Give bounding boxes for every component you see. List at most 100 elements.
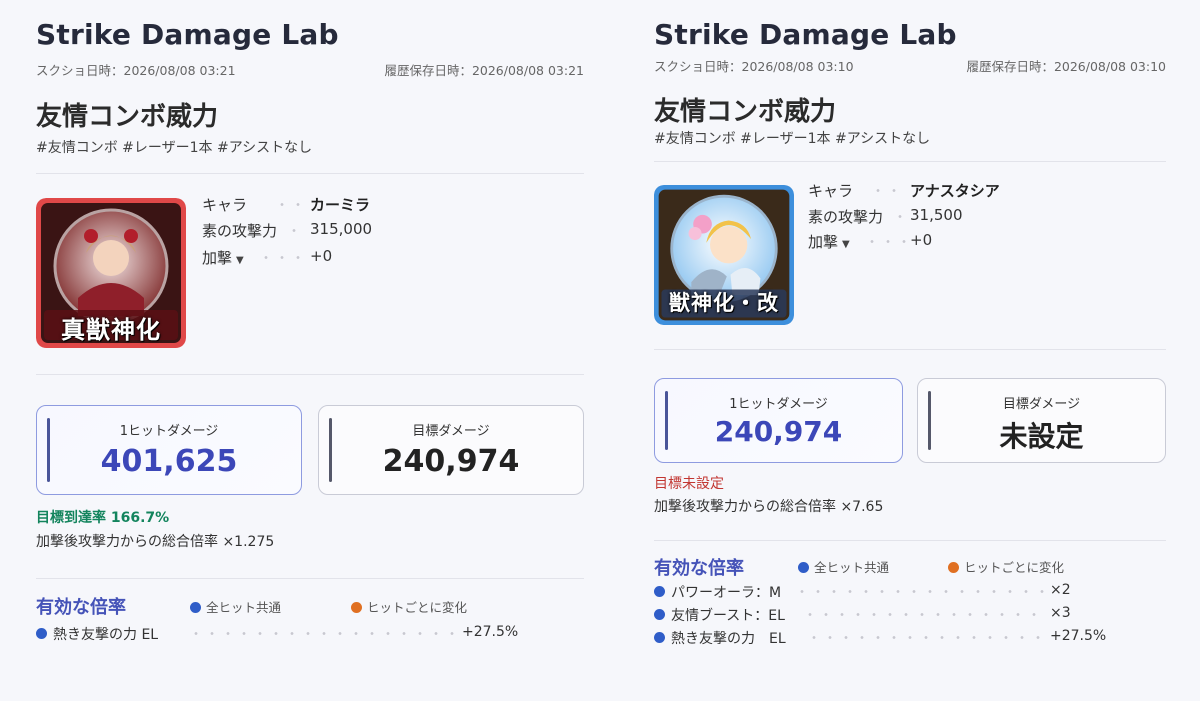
- divider: [36, 578, 584, 579]
- legend-per-hit-label: ヒットごとに変化: [367, 600, 468, 615]
- leader-dots: [864, 240, 906, 243]
- total-multiplier: 加撃後攻撃力からの総合倍率 ×7.65: [654, 499, 884, 515]
- stat-label[interactable]: 加撃 ▼: [808, 231, 850, 252]
- icon-banner-text: 獣神化・改: [669, 291, 779, 315]
- effect-value: +27.5%: [462, 624, 519, 640]
- legend-common-label: 全ヒット共通: [206, 600, 282, 615]
- hit-damage-card: 1ヒットダメージ 240,974: [654, 378, 903, 463]
- leader-dots: [794, 590, 1044, 593]
- stat-label[interactable]: 加撃 ▼: [202, 247, 244, 268]
- legend-per-hit: ヒットごとに変化: [351, 597, 467, 616]
- legend-common: 全ヒット共通: [798, 557, 889, 576]
- leader-dots: [286, 229, 304, 232]
- effect-row: パワーオーラ：M ×2: [654, 582, 1166, 602]
- icon-banner-text: 真獣神化: [61, 316, 161, 344]
- effect-row: 友情ブースト：EL ×3: [654, 605, 1166, 625]
- hit-damage-card: 1ヒットダメージ 401,625: [36, 405, 302, 495]
- hit-damage-value: 401,625: [100, 444, 238, 479]
- section-title: 友情コンボ威力: [36, 102, 219, 132]
- effect-row: 熱き友撃の力 EL +27.5%: [36, 624, 584, 644]
- stat-label: キャラ: [202, 196, 248, 214]
- achievement-value: 166.7%: [110, 510, 170, 526]
- effect-name: 熱き友撃の力 EL: [671, 631, 786, 647]
- divider: [654, 540, 1166, 541]
- stat-character: キャラ カーミラ: [202, 194, 502, 216]
- target-damage-value: 未設定: [999, 420, 1084, 453]
- effect-value: +27.5%: [1050, 628, 1107, 644]
- common-dot-icon: [36, 628, 47, 639]
- target-status: 目標未設定: [654, 476, 724, 492]
- effect-row: 熱き友撃の力 EL +27.5%: [654, 628, 1166, 648]
- divider: [36, 374, 584, 375]
- legend-common: 全ヒット共通: [190, 597, 281, 616]
- timestamp-row: スクショ日時：2026/08/08 03:10 履歴保存日時：2026/08/0…: [654, 56, 1166, 74]
- saved-time: 履歴保存日時：2026/08/08 03:21: [384, 63, 584, 78]
- common-dot-icon: [654, 586, 665, 597]
- target-damage-caption: 目標ダメージ: [412, 424, 490, 439]
- divider: [654, 349, 1166, 350]
- common-dot-icon: [654, 609, 665, 620]
- leader-dots: [274, 203, 308, 206]
- saved-time: 履歴保存日時：2026/08/08 03:10: [966, 59, 1166, 74]
- stat-label: 素の攻撃力: [202, 222, 278, 240]
- leader-dots: [870, 189, 904, 192]
- effect-value: ×3: [1050, 605, 1071, 621]
- legend-per-hit: ヒットごとに変化: [948, 557, 1064, 576]
- chevron-down-icon[interactable]: ▼: [842, 239, 850, 250]
- bonus-attack-value: +0: [310, 247, 333, 265]
- target-damage-value: 240,974: [382, 444, 520, 479]
- chevron-down-icon[interactable]: ▼: [236, 255, 244, 266]
- stat-label: キャラ: [808, 182, 854, 200]
- base-attack-value: 315,000: [310, 220, 373, 238]
- screenshot-time: スクショ日時：2026/08/08 03:10: [654, 59, 854, 74]
- achievement-label: 目標到達率: [36, 510, 106, 526]
- leader-dots: [892, 215, 906, 218]
- divider: [654, 161, 1166, 162]
- common-dot-icon: [798, 562, 809, 573]
- per-hit-dot-icon: [948, 562, 959, 573]
- divider: [36, 173, 584, 174]
- legend-common-label: 全ヒット共通: [814, 560, 890, 575]
- stat-bonus-attack[interactable]: 加撃 ▼ +0: [202, 247, 502, 269]
- effect-name: 熱き友撃の力 EL: [53, 627, 159, 643]
- timestamp-row: スクショ日時：2026/08/08 03:21 履歴保存日時：2026/08/0…: [36, 60, 584, 78]
- stat-label: 素の攻撃力: [808, 208, 884, 226]
- effect-name: パワーオーラ：M: [671, 585, 782, 601]
- per-hit-dot-icon: [351, 602, 362, 613]
- section-title: 友情コンボ威力: [654, 97, 837, 127]
- target-damage-caption: 目標ダメージ: [1002, 397, 1081, 412]
- tag-list: #友情コンボ #レーザー1本 #アシストなし: [36, 140, 313, 156]
- stat-base-attack: 素の攻撃力 31,500: [808, 206, 1108, 228]
- stat-character: キャラ アナスタシア: [808, 180, 1108, 202]
- target-damage-card: 目標ダメージ 240,974: [318, 405, 584, 495]
- leader-dots: [802, 613, 1044, 616]
- effect-value: ×2: [1050, 582, 1071, 598]
- app-title: Strike Damage Lab: [654, 18, 957, 51]
- app-title: Strike Damage Lab: [36, 18, 339, 51]
- screenshot-time: スクショ日時：2026/08/08 03:21: [36, 63, 236, 78]
- character-name: アナスタシア: [910, 182, 1000, 200]
- leader-dots: [188, 632, 458, 635]
- achievement-rate: 目標到達率 166.7%: [36, 507, 169, 527]
- effects-title: 有効な倍率: [654, 558, 744, 579]
- character-name: カーミラ: [310, 196, 371, 214]
- common-dot-icon: [190, 602, 201, 613]
- stat-bonus-attack[interactable]: 加撃 ▼ +0: [808, 231, 1108, 253]
- total-multiplier: 加撃後攻撃力からの総合倍率 ×1.275: [36, 534, 275, 550]
- stat-base-attack: 素の攻撃力 315,000: [202, 220, 502, 242]
- effect-name: 友情ブースト：EL: [671, 608, 785, 624]
- common-dot-icon: [654, 632, 665, 643]
- effects-title: 有効な倍率: [36, 597, 126, 618]
- base-attack-value: 31,500: [910, 206, 963, 224]
- leader-dots: [258, 256, 306, 259]
- bonus-attack-label: 加撃: [202, 249, 233, 267]
- hit-damage-value: 240,974: [714, 415, 843, 448]
- tag-list: #友情コンボ #レーザー1本 #アシストなし: [654, 131, 931, 147]
- character-icon: 獣神化・改: [654, 185, 794, 325]
- bonus-attack-value: +0: [910, 231, 933, 249]
- legend-per-hit-label: ヒットごとに変化: [964, 560, 1065, 575]
- bonus-attack-label: 加撃: [808, 233, 839, 251]
- leader-dots: [806, 636, 1044, 639]
- target-damage-card: 目標ダメージ 未設定: [917, 378, 1166, 463]
- hit-damage-caption: 1ヒットダメージ: [119, 424, 219, 439]
